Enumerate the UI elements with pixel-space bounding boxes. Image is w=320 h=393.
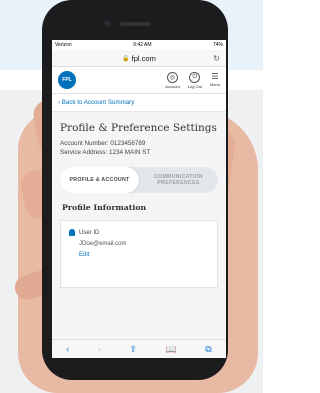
account-icon: ◎ [167,71,179,83]
front-camera [104,20,111,27]
account-number: Account Number: 0123456789 [60,140,146,147]
section-title: Profile Information [62,203,147,212]
back-link[interactable]: ‹ Back to Account Summary [52,94,226,112]
browser-toolbar: ‹ › ⇪ 📖 ⧉ [52,339,226,358]
lock-icon: 🔒 [122,55,130,62]
battery-label: 74% [212,42,223,48]
main-content: Profile & Preference Settings Account Nu… [52,112,226,358]
logout-icon: ⏻ [189,71,201,83]
bookmarks-button[interactable]: 📖 [165,344,176,355]
carrier-label: Verizon [55,42,72,48]
profile-card: User ID JDoe@email.com Edit [60,220,218,288]
settings-tabs: PROFILE & ACCOUNT COMMUNICATION PREFEREN… [60,167,218,193]
back-link-label: Back to Account Summary [61,99,135,106]
share-button[interactable]: ⇪ [129,344,137,355]
nav-menu[interactable]: ☰ Menu [210,72,220,89]
nav-account[interactable]: ◎ Account [165,71,180,89]
tabs-button[interactable]: ⧉ [205,344,211,355]
back-button[interactable]: ‹ [66,344,69,354]
forward-button[interactable]: › [98,344,101,354]
menu-icon: ☰ [211,71,219,81]
user-id-row: User ID [69,229,209,236]
tab-communication-label: COMMUNICATION PREFERENCES [154,174,203,186]
reload-icon[interactable]: ↻ [213,54,220,63]
fpl-logo[interactable]: FPL [58,71,76,89]
tab-communication-preferences[interactable]: COMMUNICATION PREFERENCES [139,167,218,193]
nav-menu-label: Menu [209,81,220,87]
user-email: JDoe@email.com [79,241,127,247]
url-text: fpl.com [131,53,156,63]
nav-logout-label: Log Out [187,83,202,89]
site-header: FPL ◎ Account ⏻ Log Out ☰ Menu [52,67,226,94]
user-icon [69,229,75,236]
browser-url-bar[interactable]: 🔒 fpl.com ↻ [52,50,226,67]
user-id-label: User ID [79,229,100,236]
service-address: Service Address: 1234 MAIN ST [60,148,151,156]
nav-logout[interactable]: ⏻ Log Out [187,71,202,89]
header-nav: ◎ Account ⏻ Log Out ☰ Menu [165,71,220,89]
edit-link[interactable]: Edit [79,252,209,258]
tab-profile-account-label: PROFILE & ACCOUNT [69,177,130,183]
time-label: 9:42 AM [133,42,152,48]
tab-profile-account[interactable]: PROFILE & ACCOUNT [60,167,139,193]
phone-speaker [120,22,150,26]
nav-account-label: Account [165,83,180,89]
status-bar: Verizon 9:42 AM 74% [52,40,226,50]
logo-text: FPL [62,77,72,83]
page-title: Profile & Preference Settings [60,122,217,134]
phone-screen: Verizon 9:42 AM 74% 🔒 fpl.com ↻ FPL ◎ Ac… [52,40,226,358]
